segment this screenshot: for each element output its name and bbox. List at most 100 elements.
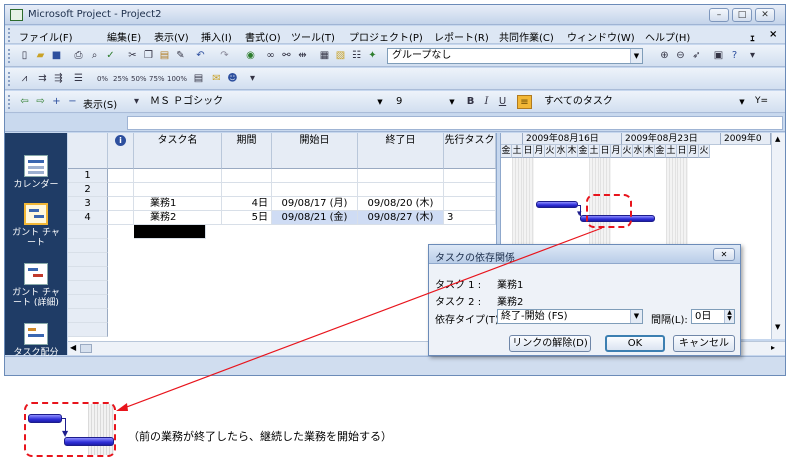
task-name-cell[interactable] (134, 183, 222, 197)
save-icon[interactable]: ■ (49, 49, 64, 63)
table-cell[interactable] (108, 197, 134, 211)
menu-collaborate[interactable]: 共同作業(C) (499, 29, 554, 44)
duration-cell[interactable]: 4日 (222, 197, 272, 211)
col-header-task-name[interactable]: タスク名 (134, 133, 222, 169)
row-id[interactable]: 3 (68, 197, 108, 211)
indent-icon[interactable]: ⇨ (33, 95, 48, 109)
publish-icon[interactable]: ✦ (365, 49, 380, 63)
finish-cell[interactable]: 09/08/27 (木) (358, 211, 444, 225)
task-name-cell[interactable] (134, 169, 222, 183)
row-id[interactable]: 1 (68, 169, 108, 183)
scroll-left-icon[interactable]: ◀ (70, 343, 76, 352)
update-as-scheduled-icon[interactable]: ⇉ (35, 72, 50, 86)
spelling-icon[interactable]: ✓ (103, 49, 118, 63)
toolbar-grip-3[interactable] (8, 95, 11, 109)
predecessor-cell[interactable] (444, 169, 496, 183)
row-id[interactable]: 4 (68, 211, 108, 225)
format-painter-icon[interactable]: ✎ (173, 49, 188, 63)
predecessor-cell[interactable] (444, 197, 496, 211)
start-cell[interactable]: 09/08/21 (金) (272, 211, 358, 225)
open-icon[interactable]: ▰ (33, 49, 48, 63)
doc-close-button[interactable]: × (769, 29, 777, 40)
row-id[interactable] (68, 253, 108, 267)
copy-icon[interactable]: ❐ (141, 49, 156, 63)
group-by-combo[interactable]: グループなし ▼ (387, 48, 643, 64)
toolbar-grip-2[interactable] (8, 72, 11, 86)
chevron-down-icon[interactable]: ▼ (374, 95, 386, 109)
finish-cell[interactable] (358, 169, 444, 183)
underline-button[interactable]: U (495, 95, 510, 109)
ok-button[interactable]: OK (605, 335, 665, 352)
gantt-vertical-scrollbar[interactable]: ▲ ▼ (771, 133, 785, 339)
menu-format[interactable]: 書式(O) (245, 29, 281, 44)
minimize-button[interactable]: – (709, 8, 729, 22)
remove-link-button[interactable]: リンクの解除(D) (509, 335, 591, 352)
duration-cell[interactable] (222, 169, 272, 183)
show-menu-chevron-icon[interactable]: ▾ (129, 95, 144, 109)
finish-cell[interactable] (358, 183, 444, 197)
reschedule-work-icon[interactable]: ⇶ (51, 72, 66, 86)
table-cell[interactable] (108, 183, 134, 197)
row-id[interactable] (68, 309, 108, 323)
italic-button[interactable]: I (479, 95, 494, 109)
cancel-button[interactable]: キャンセル (673, 335, 735, 352)
resource-icon[interactable]: ☻ (225, 72, 240, 86)
menu-window[interactable]: ウィンドウ(W) (567, 29, 635, 44)
scroll-up-icon[interactable]: ▲ (775, 135, 780, 143)
bold-button[interactable]: B (463, 95, 478, 109)
hyperlink-globe-icon[interactable]: ◉ (243, 49, 258, 63)
print-icon[interactable]: ⎙ (71, 49, 86, 63)
print-preview-icon[interactable]: ⌕ (87, 49, 102, 63)
table-cell[interactable] (108, 169, 134, 183)
outdent-icon[interactable]: ⇦ (17, 95, 32, 109)
menu-grip[interactable] (8, 28, 11, 42)
start-cell[interactable] (272, 183, 358, 197)
menu-edit[interactable]: 編集(E) (107, 29, 141, 44)
toolbar-grip[interactable] (8, 49, 11, 63)
percent-75-button[interactable]: 75% (149, 72, 165, 86)
view-detail-gantt[interactable]: ガント チャート (詳細) (8, 263, 64, 308)
percent-100-button[interactable]: 100% (167, 72, 187, 86)
predecessor-cell[interactable] (444, 183, 496, 197)
start-cell[interactable] (272, 169, 358, 183)
chevron-down-icon[interactable]: ▼ (630, 49, 642, 63)
scroll-right-icon[interactable]: ▸ (771, 343, 775, 352)
close-button[interactable]: ✕ (755, 8, 775, 22)
chevron-down-icon[interactable]: ▼ (630, 310, 642, 323)
view-gantt-chart[interactable]: ガント チャート (8, 203, 64, 248)
copy-picture-icon[interactable]: ▣ (711, 49, 726, 63)
undo-icon[interactable]: ↶ (193, 49, 208, 63)
dependency-type-select[interactable]: 終了-開始 (FS) ▼ (497, 309, 643, 324)
finish-cell[interactable]: 09/08/20 (木) (358, 197, 444, 211)
help-icon[interactable]: ? (727, 49, 742, 63)
font-combo[interactable]: ＭＳ Ｐゴシック ▼ (145, 94, 387, 110)
scroll-to-task-icon[interactable]: ➶ (689, 49, 704, 63)
filter-combo[interactable]: すべてのタスク ▼ (539, 94, 749, 110)
scroll-thumb[interactable] (80, 344, 92, 353)
split-task-icon[interactable]: ⇹ (295, 49, 310, 63)
font-size-combo[interactable]: 9 ▼ (391, 94, 459, 110)
assign-resources-icon[interactable]: ☷ (349, 49, 364, 63)
new-icon[interactable]: ▯ (17, 49, 32, 63)
start-cell[interactable]: 09/08/17 (月) (272, 197, 358, 211)
chevron-down-icon[interactable]: ▼ (736, 95, 748, 109)
predecessor-cell[interactable]: 3 (444, 211, 496, 225)
active-cell[interactable] (134, 225, 206, 239)
duration-cell[interactable]: 5日 (222, 211, 272, 225)
row-id[interactable] (68, 323, 108, 337)
row-id[interactable] (68, 225, 108, 239)
unlink-tasks-icon[interactable]: ⚯ (279, 49, 294, 63)
entry-field[interactable] (127, 116, 783, 130)
menu-tools[interactable]: ツール(T) (291, 29, 335, 44)
table-cell[interactable] (108, 211, 134, 225)
task-information-icon[interactable]: ▦ (317, 49, 332, 63)
select-all-corner[interactable] (68, 133, 108, 169)
row-id[interactable]: 2 (68, 183, 108, 197)
add-progress-line-icon[interactable]: ☰ (71, 72, 86, 86)
dialog-close-icon[interactable]: ✕ (713, 248, 735, 261)
row-id[interactable] (68, 239, 108, 253)
project-statistics-icon[interactable]: ⩘ (17, 72, 32, 86)
menu-help[interactable]: ヘルプ(H) (645, 29, 690, 44)
zoom-in-icon[interactable]: ⊕ (657, 49, 672, 63)
redo-icon[interactable]: ↷ (217, 49, 232, 63)
